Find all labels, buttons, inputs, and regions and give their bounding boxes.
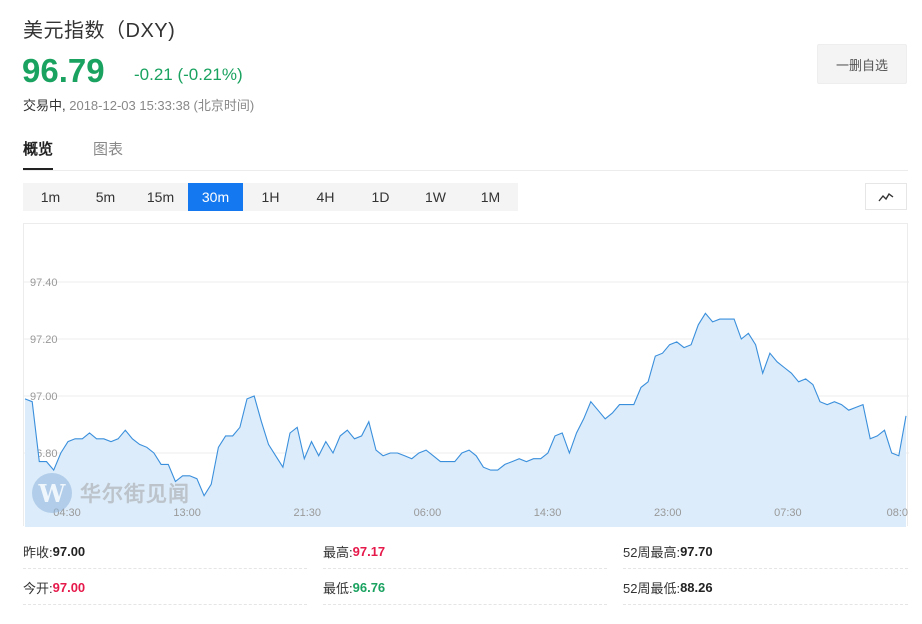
- x-tick-label: 07:30: [774, 507, 802, 519]
- stat-label: 最低:: [323, 580, 353, 596]
- x-tick-label: 14:30: [534, 507, 562, 519]
- tabs-divider: [23, 170, 908, 171]
- x-tick-label: 06:00: [414, 507, 442, 519]
- period-1d[interactable]: 1D: [353, 183, 408, 211]
- period-1h[interactable]: 1H: [243, 183, 298, 211]
- remove-favorite-button[interactable]: 一删自选: [817, 44, 907, 84]
- stat-value: 97.70: [680, 543, 713, 559]
- y-tick-label: 97.20: [30, 334, 58, 346]
- page-title: 美元指数（DXY): [23, 20, 176, 42]
- stat-label: 52周最低:: [623, 580, 681, 596]
- tab-overview[interactable]: 概览: [23, 138, 54, 170]
- stat-value: 97.17: [352, 543, 386, 559]
- current-price: 96.79: [22, 52, 105, 89]
- trading-status: 交易中, 2018-12-03 15:33:38 (北京时间): [23, 95, 254, 114]
- stat-label: 52周最高:: [623, 544, 681, 560]
- stat-high: 最高: 97.17: [323, 534, 607, 569]
- watermark-text: 华尔街见闻: [80, 481, 190, 506]
- stat-value: 97.00: [52, 579, 86, 595]
- period-30m[interactable]: 30m: [188, 183, 243, 211]
- tab-chart[interactable]: 图表: [93, 138, 123, 170]
- status-label: 交易中,: [23, 98, 66, 113]
- stat-52w-low: 52周最低: 88.26: [623, 570, 908, 605]
- x-tick-label: 23:00: [654, 507, 682, 519]
- line-chart-icon: [878, 192, 894, 201]
- stat-label: 最高:: [323, 544, 353, 560]
- period-selector: 1m 5m 15m 30m 1H 4H 1D 1W 1M: [23, 183, 518, 211]
- stat-label: 今开:: [23, 580, 53, 596]
- period-1m[interactable]: 1m: [23, 183, 78, 211]
- period-1w[interactable]: 1W: [408, 183, 463, 211]
- stat-open: 今开: 97.00: [23, 570, 307, 605]
- period-4h[interactable]: 4H: [298, 183, 353, 211]
- stat-value: 88.26: [680, 579, 713, 595]
- y-tick-label: 97.00: [30, 391, 58, 403]
- chart-type-button[interactable]: [865, 183, 907, 210]
- x-tick-label: 08:0: [887, 507, 908, 519]
- stat-prev-close: 昨收: 97.00: [23, 534, 307, 569]
- period-1mo[interactable]: 1M: [463, 183, 518, 211]
- watermark-logo-icon: W: [32, 473, 72, 513]
- view-tabs: 概览 图表: [23, 138, 163, 170]
- stat-value: 97.00: [52, 543, 86, 559]
- watermark: W 华尔街见闻: [32, 473, 190, 513]
- price-change: -0.21 (-0.21%): [134, 65, 243, 84]
- stat-low: 最低: 96.76: [323, 570, 607, 605]
- stat-52w-high: 52周最高: 97.70: [623, 534, 908, 569]
- timestamp: 2018-12-03 15:33:38 (北京时间): [65, 98, 255, 113]
- period-15m[interactable]: 15m: [133, 183, 188, 211]
- stat-value: 96.76: [352, 579, 386, 595]
- period-5m[interactable]: 5m: [78, 183, 133, 211]
- stat-label: 昨收:: [23, 544, 53, 560]
- x-tick-label: 21:30: [294, 507, 322, 519]
- y-tick-label: 97.40: [30, 277, 58, 289]
